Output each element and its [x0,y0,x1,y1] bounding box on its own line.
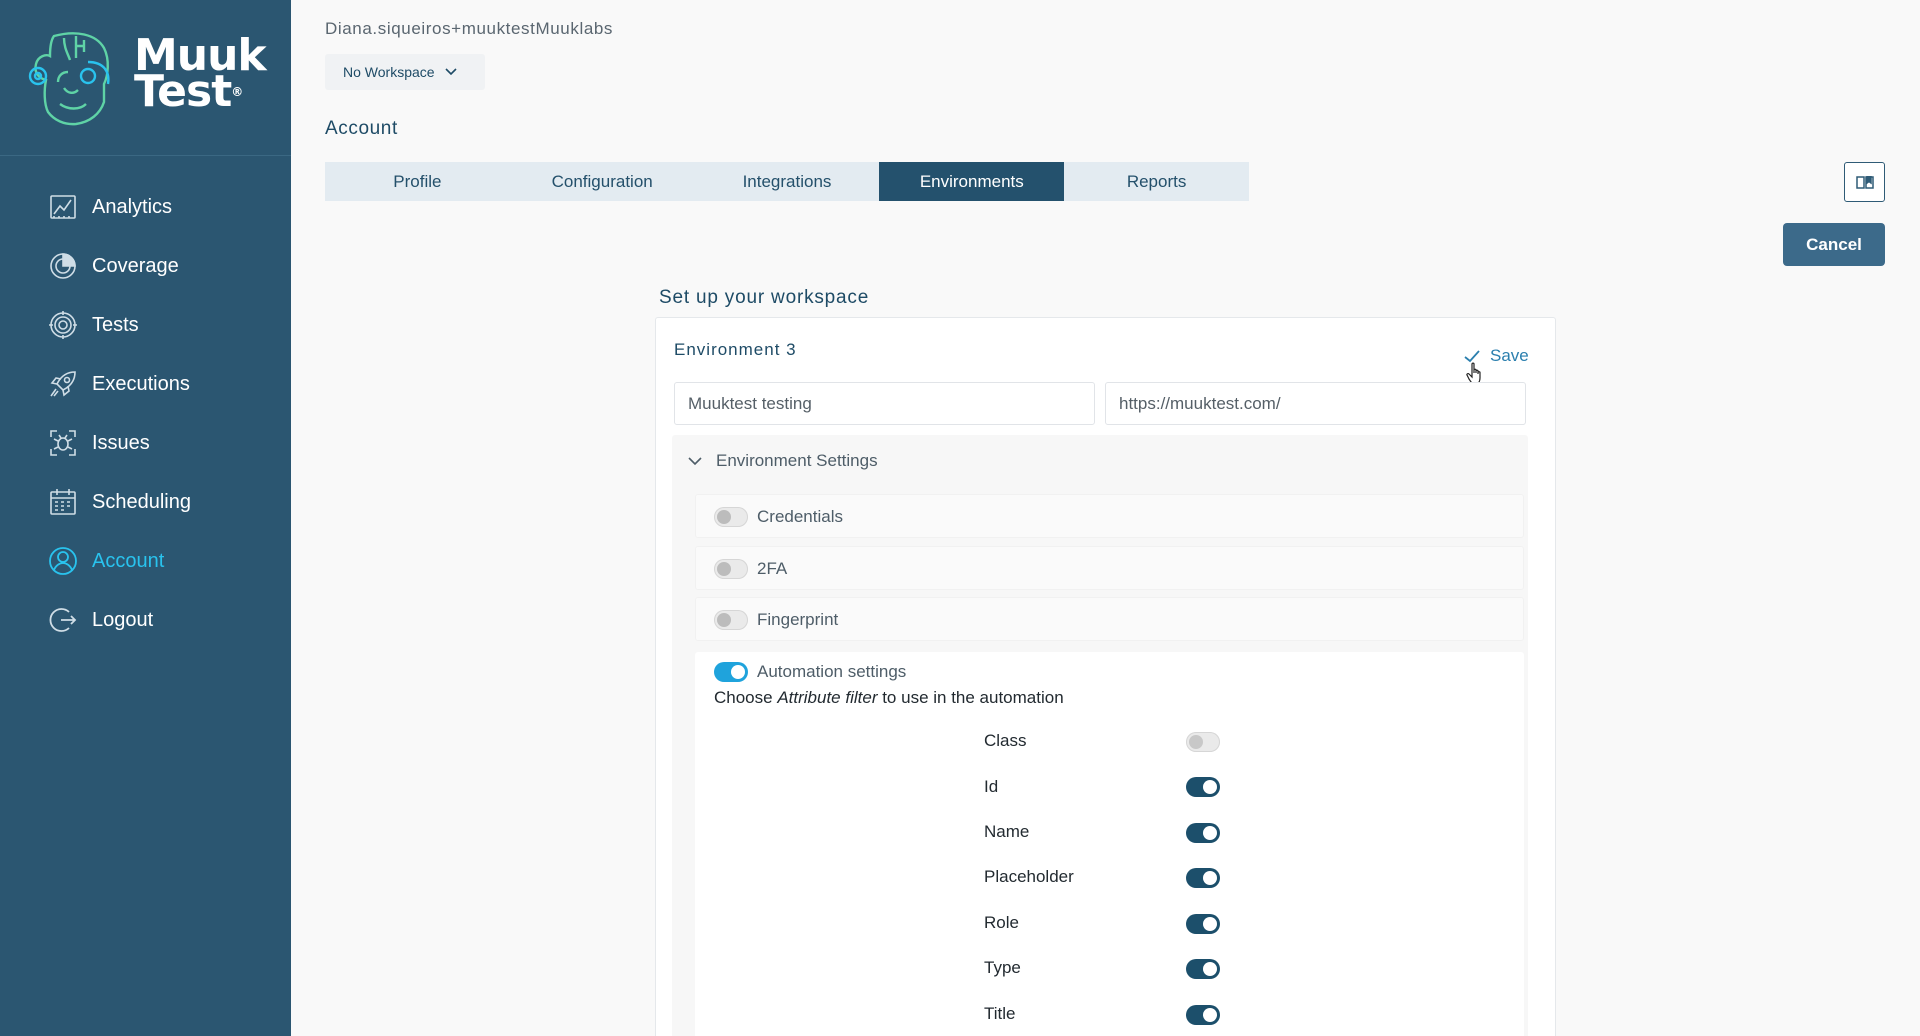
attribute-name-label: Name [984,822,1030,841]
help-guide-button[interactable] [1844,162,1885,202]
coverage-gauge-icon [48,251,78,281]
logout-icon [48,605,78,635]
sidebar-item-label: Issues [92,431,150,454]
sidebar-item-coverage[interactable]: Coverage [48,246,179,286]
sidebar-item-label: Analytics [92,195,173,218]
sidebar-item-label: Logout [92,608,154,631]
rocket-icon [48,369,78,399]
attribute-type-label: Type [984,958,1021,977]
attribute-class-toggle[interactable] [1186,732,1220,752]
cancel-button[interactable]: Cancel [1783,223,1885,266]
attribute-type-toggle[interactable] [1186,959,1220,979]
chevron-down-icon [444,68,457,76]
sidebar-item-tests[interactable]: Tests [48,305,139,345]
tab-environments[interactable]: Environments [879,162,1065,201]
attribute-id-toggle[interactable] [1186,777,1220,797]
tab-configuration[interactable]: Configuration [510,162,695,201]
account-tabs: Profile Configuration Integrations Envir… [325,162,1249,201]
brand-wordmark: Muuk Test® [134,34,267,114]
logo[interactable]: Muuk Test® [0,0,291,156]
chevron-down-icon [688,456,702,465]
environment-settings-toggle[interactable]: Environment Settings [688,451,878,471]
attribute-name-toggle[interactable] [1186,823,1220,843]
check-icon [1464,349,1480,362]
calendar-icon [48,487,78,517]
tests-target-icon [48,310,78,340]
attribute-class-label: Class [984,731,1027,750]
environment-settings-title: Environment Settings [716,451,878,470]
muuktest-face-logo-icon [28,32,110,126]
analytics-chart-icon [48,192,78,222]
attribute-placeholder-label: Placeholder [984,867,1074,886]
sidebar-item-label: Scheduling [92,490,191,513]
automation-settings-block [695,652,1524,1036]
sidebar-item-scheduling[interactable]: Scheduling [48,482,191,522]
setting-row-2fa [695,546,1524,590]
sidebar-item-label: Account [92,549,165,572]
automation-settings-label: Automation settings [757,662,907,681]
sidebar-item-account[interactable]: Account [48,541,164,581]
sidebar-item-analytics[interactable]: Analytics [48,187,172,227]
instruction-suffix: to use in the automation [877,688,1064,707]
attribute-id-label: Id [984,777,999,796]
page-title: Account [325,118,398,139]
book-icon [1855,176,1874,189]
instruction-prefix: Choose [714,688,778,707]
instruction-emphasis: Attribute filter [777,688,878,707]
credentials-toggle[interactable] [714,507,748,527]
attribute-title-label: Title [984,1004,1016,1023]
tab-integrations[interactable]: Integrations [695,162,880,201]
automation-settings-toggle[interactable] [714,662,748,682]
tab-profile[interactable]: Profile [325,162,510,201]
sidebar-item-label: Coverage [92,254,179,277]
bug-icon [48,428,78,458]
sidebar-item-issues[interactable]: Issues [48,423,150,463]
environment-title: Environment 3 [674,340,797,359]
attribute-role-label: Role [984,913,1019,932]
sidebar: Muuk Test® Analytics Coverage Tests Exec… [0,0,291,1036]
tab-reports[interactable]: Reports [1064,162,1249,201]
environment-name-input[interactable] [674,382,1095,425]
credentials-label: Credentials [757,507,843,526]
brand-line-2-text: Test [134,66,232,117]
workspace-select-value: No Workspace [343,64,435,80]
sidebar-item-logout[interactable]: Logout [48,600,153,640]
attribute-role-toggle[interactable] [1186,914,1220,934]
sidebar-item-label: Tests [92,313,139,336]
2fa-toggle[interactable] [714,559,748,579]
fingerprint-label: Fingerprint [757,610,839,629]
workspace-select[interactable]: No Workspace [325,54,485,90]
sidebar-item-executions[interactable]: Executions [48,364,190,404]
section-title: Set up your workspace [659,287,870,308]
save-button-label: Save [1490,346,1529,365]
registered-mark: ® [231,85,243,99]
attribute-title-toggle[interactable] [1186,1005,1220,1025]
environment-url-input[interactable] [1105,382,1526,425]
2fa-label: 2FA [757,559,788,578]
app-root: Muuk Test® Analytics Coverage Tests Exec… [0,0,1920,1036]
attribute-filter-instruction: Choose Attribute filter to use in the au… [714,688,1064,708]
attribute-placeholder-toggle[interactable] [1186,868,1220,888]
sidebar-item-label: Executions [92,372,190,395]
fingerprint-toggle[interactable] [714,610,748,630]
user-name: Diana.siqueiros+muuktestMuuklabs [325,19,614,38]
user-icon [48,546,78,576]
